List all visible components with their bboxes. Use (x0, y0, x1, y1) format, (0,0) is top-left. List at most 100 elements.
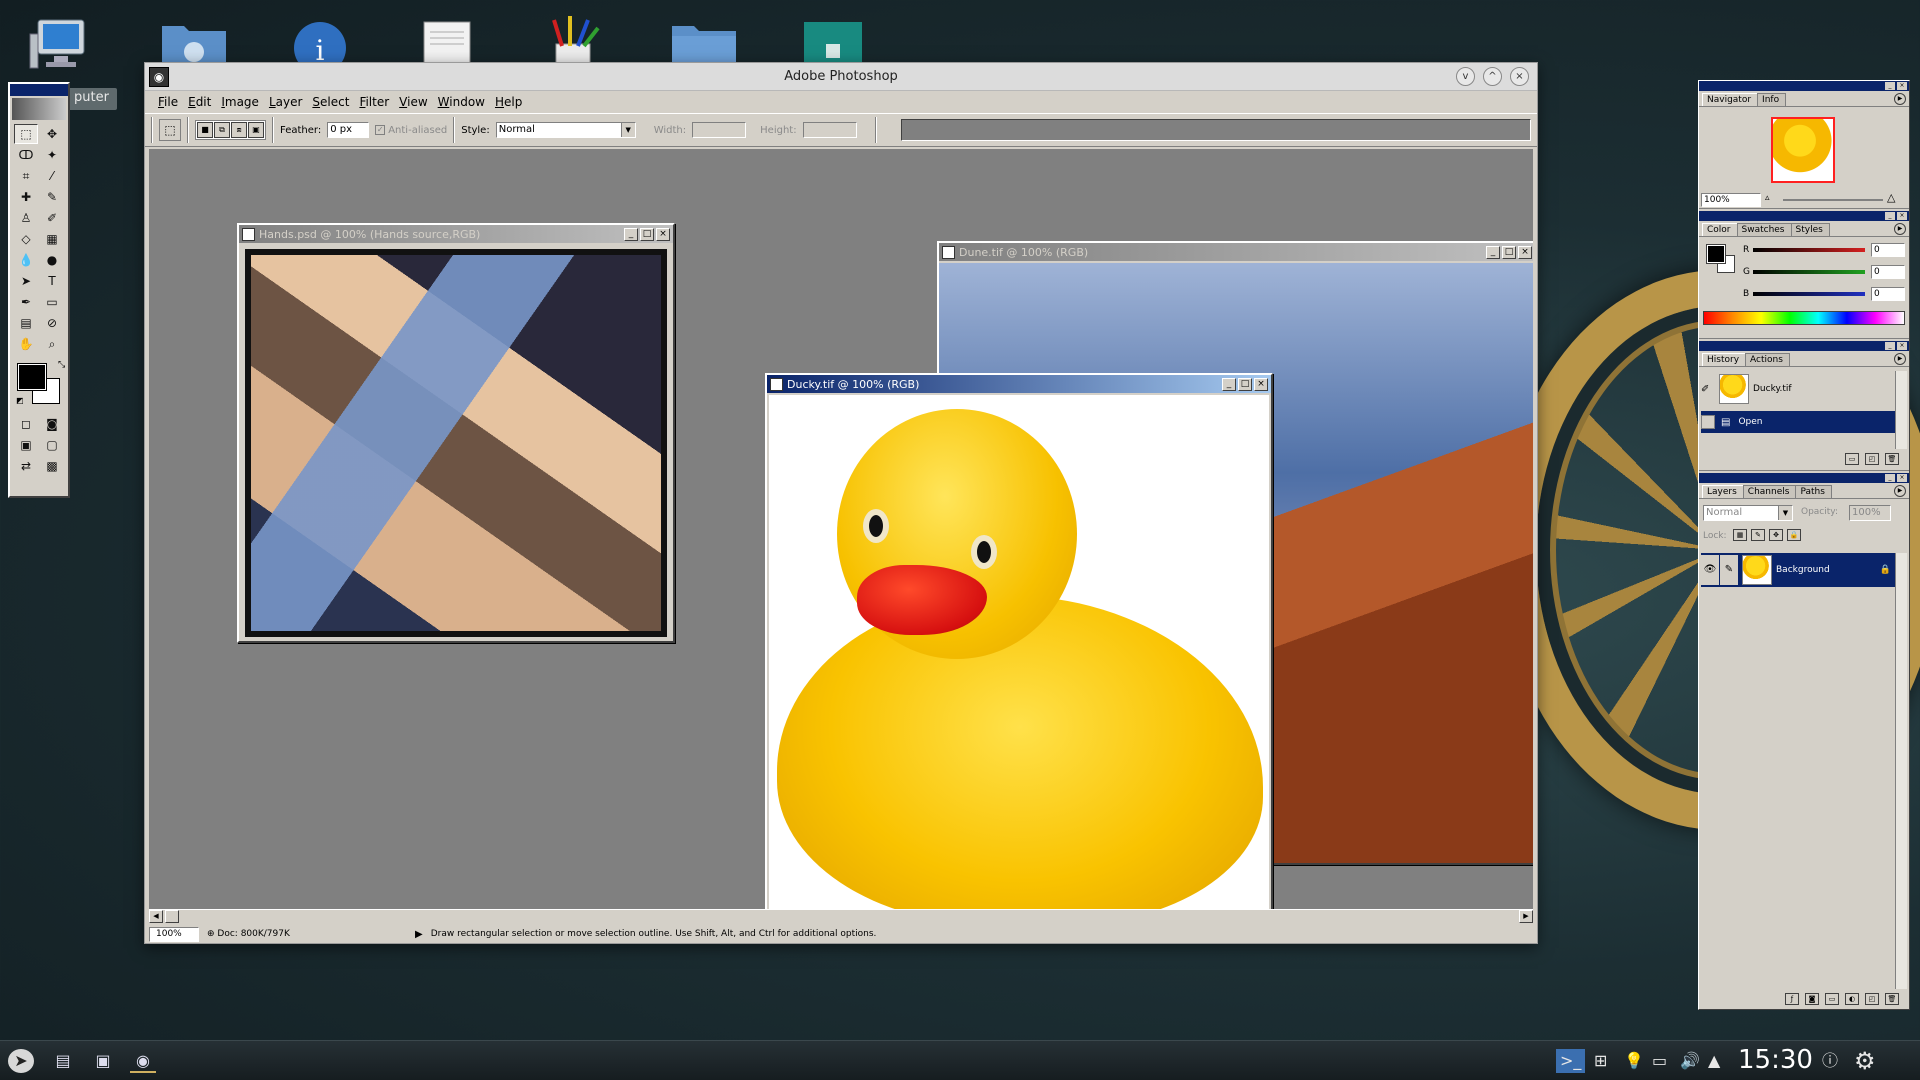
new-document-from-state-icon[interactable]: ▭ (1845, 453, 1859, 465)
toolbox-logo[interactable] (12, 98, 66, 120)
minimize-button[interactable]: v (1456, 67, 1475, 86)
palette-titlebar[interactable]: _ × (1699, 473, 1909, 483)
path-selection-tool-icon[interactable]: ➤ (14, 271, 38, 291)
tab-navigator[interactable]: Navigator (1702, 93, 1759, 106)
adjustment-layer-icon[interactable]: ◐ (1845, 993, 1859, 1005)
layer-row-background[interactable]: 👁 ✎ Background 🔒 (1701, 553, 1895, 587)
trash-icon[interactable]: 🗑 (1885, 993, 1899, 1005)
maximize-button[interactable]: □ (640, 227, 654, 241)
desktop-icon-network-folder[interactable] (158, 14, 230, 64)
tab-paths[interactable]: Paths (1795, 485, 1832, 498)
document-window-hands[interactable]: Hands.psd @ 100% (Hands source,RGB) _ □ … (237, 223, 675, 643)
horizontal-scrollbar[interactable]: ◀ ▶ (149, 909, 1533, 923)
blend-mode-select[interactable]: Normal ▼ (1703, 505, 1793, 521)
intersect-selection-button[interactable]: ▣ (248, 122, 264, 138)
new-snapshot-icon[interactable]: ◰ (1865, 453, 1879, 465)
history-state-row[interactable]: ▤ Open (1701, 411, 1895, 433)
window-titlebar[interactable]: ◉ Adobe Photoshop v ^ × (145, 63, 1537, 91)
green-slider[interactable] (1753, 270, 1865, 274)
menu-filter[interactable]: Filter (354, 93, 394, 111)
menu-view[interactable]: View (394, 93, 432, 111)
navigator-thumbnail[interactable] (1771, 117, 1835, 183)
notes-tool-icon[interactable]: ▤ (14, 313, 38, 333)
add-selection-button[interactable]: ⧉ (214, 122, 230, 138)
palette-minimize-button[interactable]: _ (1885, 342, 1895, 350)
zoom-tool-icon[interactable]: ⌕ (40, 334, 64, 354)
file-manager-icon[interactable]: ▤ (50, 1049, 76, 1073)
zoom-in-icon[interactable]: △ (1887, 191, 1895, 204)
slice-tool-icon[interactable]: ⁄ (40, 166, 64, 186)
tab-layers[interactable]: Layers (1702, 485, 1744, 498)
feather-input[interactable]: 0 px (327, 122, 370, 138)
default-colors-icon[interactable]: ◩ (16, 396, 24, 405)
marquee-preset-button[interactable]: ⬚ (159, 119, 181, 141)
document-canvas[interactable] (769, 395, 1269, 909)
layer-style-icon[interactable]: ƒ (1785, 993, 1799, 1005)
document-window-ducky[interactable]: Ducky.tif @ 100% (RGB) _ □ × (765, 373, 1273, 909)
start-menu-icon[interactable]: ➤ (8, 1049, 34, 1073)
eraser-tool-icon[interactable]: ◇ (14, 229, 38, 249)
palette-menu-icon[interactable]: ▶ (1894, 223, 1906, 235)
palette-close-button[interactable]: × (1897, 82, 1907, 90)
arrow-up-icon[interactable]: ▲ (1708, 1049, 1720, 1073)
history-scrollbar[interactable] (1895, 371, 1907, 449)
palette-titlebar[interactable]: _ × (1699, 211, 1909, 221)
jump-to-imageready-icon[interactable]: ⇄ (14, 456, 38, 476)
scroll-left-arrow-icon[interactable]: ◀ (149, 910, 163, 923)
desktop-icon-teal-book[interactable] (796, 14, 868, 64)
opacity-input[interactable]: 100% (1849, 505, 1891, 521)
minimize-button[interactable]: _ (624, 227, 638, 241)
subtract-selection-button[interactable]: ⧈ (231, 122, 247, 138)
clock[interactable]: 15:30 (1738, 1045, 1813, 1075)
tab-channels[interactable]: Channels (1742, 485, 1797, 498)
type-tool-icon[interactable]: T (40, 271, 64, 291)
bulb-icon[interactable]: 💡 (1624, 1049, 1644, 1073)
pen-tool-icon[interactable]: ✒ (14, 292, 38, 312)
lock-position-icon[interactable]: ✥ (1769, 529, 1783, 541)
desktop-icon-computer[interactable] (24, 14, 96, 69)
menu-help[interactable]: Help (490, 93, 527, 111)
gradient-tool-icon[interactable]: ▦ (40, 229, 64, 249)
screen-mode-icon[interactable]: ▣ (14, 435, 38, 455)
lock-image-icon[interactable]: ✎ (1751, 529, 1765, 541)
menu-layer[interactable]: Layer (264, 93, 307, 111)
layer-brush-icon[interactable]: ✎ (1720, 555, 1738, 585)
palette-close-button[interactable]: × (1897, 342, 1907, 350)
close-button[interactable]: × (1518, 245, 1532, 259)
palette-close-button[interactable]: × (1897, 474, 1907, 482)
clone-stamp-tool-icon[interactable]: ♙ (14, 208, 38, 228)
palette-minimize-button[interactable]: _ (1885, 212, 1895, 220)
palette-menu-icon[interactable]: ▶ (1894, 485, 1906, 497)
healing-brush-tool-icon[interactable]: ✚ (14, 187, 38, 207)
close-button[interactable]: × (1254, 377, 1268, 391)
document-canvas[interactable] (245, 249, 667, 637)
maximize-button[interactable]: □ (1238, 377, 1252, 391)
doc-size-info[interactable]: ⊕ Doc: 800K/797K (207, 929, 407, 939)
gear-icon[interactable]: ⚙ (1854, 1049, 1876, 1073)
volume-icon[interactable]: 🔊 (1680, 1049, 1700, 1073)
navigator-zoom-slider[interactable] (1783, 199, 1883, 201)
desktop-icon-info[interactable]: i (284, 14, 356, 74)
layers-scrollbar[interactable] (1895, 553, 1907, 989)
palette-close-button[interactable]: × (1897, 212, 1907, 220)
display-icon[interactable]: ▭ (1652, 1049, 1667, 1073)
menu-edit[interactable]: Edit (183, 93, 216, 111)
palette-titlebar[interactable]: _ × (1699, 81, 1909, 91)
tab-styles[interactable]: Styles (1790, 223, 1830, 236)
photoshop-eye-icon[interactable]: ◉ (149, 67, 169, 87)
red-slider[interactable] (1753, 248, 1865, 252)
magic-wand-tool-icon[interactable]: ✦ (40, 145, 64, 165)
lock-transparency-icon[interactable]: ▦ (1733, 529, 1747, 541)
move-tool-icon[interactable]: ✥ (40, 124, 64, 144)
new-selection-button[interactable]: ■ (197, 122, 213, 138)
height-input[interactable] (802, 122, 857, 138)
preview-icon[interactable]: ▩ (40, 456, 64, 476)
maximize-button[interactable]: □ (1502, 245, 1516, 259)
blue-value[interactable]: 0 (1871, 287, 1905, 301)
tab-actions[interactable]: Actions (1745, 353, 1790, 366)
document-titlebar[interactable]: Ducky.tif @ 100% (RGB) _ □ × (767, 375, 1271, 393)
history-source-box[interactable] (1701, 415, 1715, 429)
blur-tool-icon[interactable]: 💧 (14, 250, 38, 270)
crop-tool-icon[interactable]: ⌗ (14, 166, 38, 186)
eyedropper-tool-icon[interactable]: ⊘ (40, 313, 64, 333)
